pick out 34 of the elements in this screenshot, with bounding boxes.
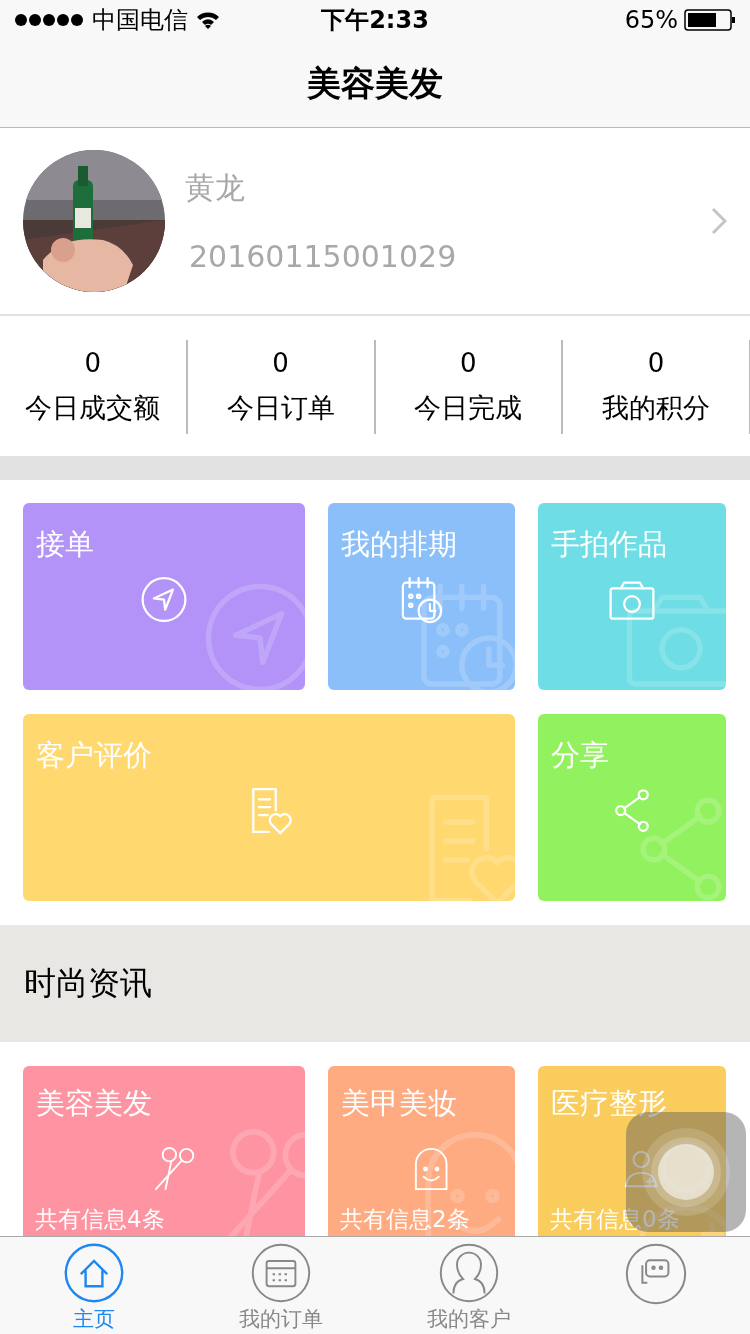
- menu-tile[interactable]: 接单: [23, 503, 305, 690]
- stat-value: 0: [84, 348, 102, 378]
- stat-value: 0: [460, 348, 477, 378]
- wifi-icon: [196, 11, 220, 29]
- chevron-right-icon[interactable]: [711, 207, 727, 235]
- home-icon: [62, 1243, 125, 1303]
- status-time: 下午2:33: [321, 6, 429, 34]
- menu-tile[interactable]: 我的排期: [328, 503, 515, 690]
- news-card[interactable]: 医疗整形 共有信息0条: [538, 1066, 726, 1236]
- section-title: 时尚资讯: [24, 962, 152, 1004]
- menu-tile[interactable]: 客户评价: [23, 714, 515, 901]
- stat-label: 今日完成: [414, 391, 523, 425]
- signal-icon: [14, 13, 84, 27]
- page-title: 美容美发: [307, 61, 443, 105]
- menu-tile[interactable]: 分享: [538, 714, 726, 901]
- tab[interactable]: 我的客户: [375, 1237, 563, 1334]
- stat-value: 0: [647, 348, 665, 378]
- stat-value: 0: [272, 348, 289, 378]
- calendar-icon: [250, 1243, 313, 1303]
- stat-label: 今日成交额: [25, 391, 161, 425]
- user-name: 黄龙: [185, 169, 246, 207]
- stat-label: 今日订单: [226, 391, 335, 425]
- user-id: 20160115001029: [189, 239, 458, 274]
- tab[interactable]: 主页: [0, 1237, 188, 1334]
- chat-icon: [625, 1243, 688, 1305]
- stat-label: 我的积分: [602, 391, 711, 425]
- tab[interactable]: 我的订单: [187, 1237, 375, 1334]
- news-card[interactable]: 美甲美妆 共有信息2条: [328, 1066, 515, 1236]
- menu-tile[interactable]: 手拍作品: [538, 503, 726, 690]
- battery-icon: [684, 9, 736, 31]
- news-card[interactable]: 美容美发 共有信息4条: [23, 1066, 305, 1236]
- person-icon: [437, 1243, 500, 1303]
- battery-percent: 65%: [624, 6, 678, 34]
- carrier-name: 中国电信: [92, 5, 188, 36]
